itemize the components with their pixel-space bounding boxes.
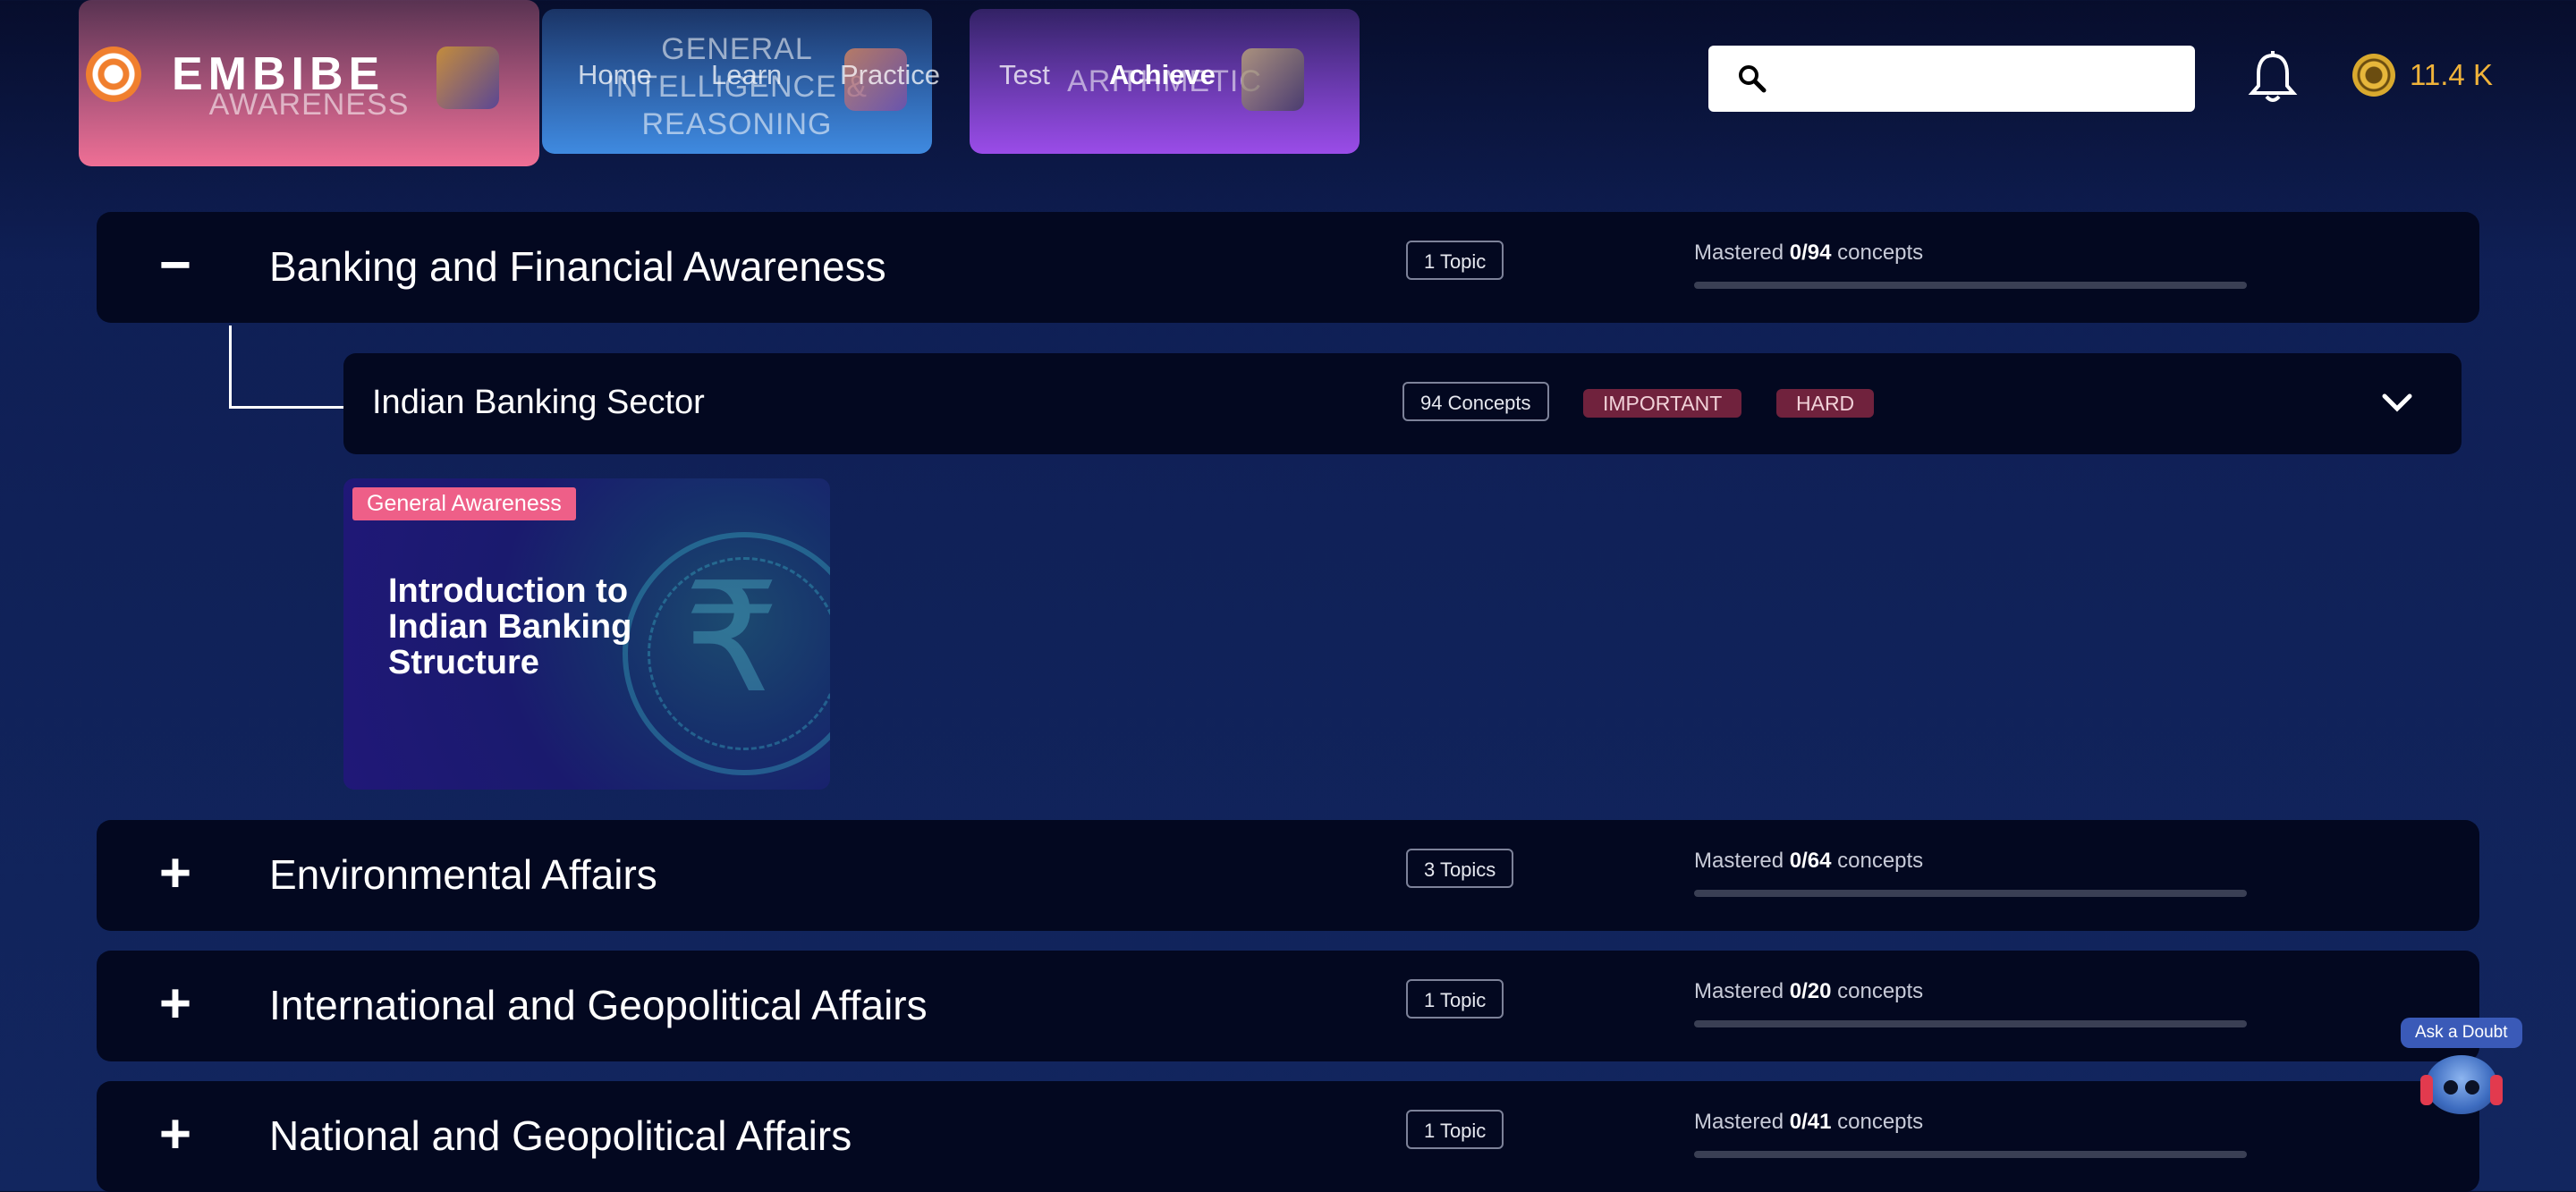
mastery-progress-bar	[1694, 282, 2247, 289]
card-heading: Introduction to Indian Banking Structure	[388, 572, 632, 681]
tree-connector	[229, 325, 344, 409]
nav-learn[interactable]: Learn	[711, 59, 782, 91]
subject-row-environmental[interactable]: + Environmental Affairs 3 Topics Mastere…	[97, 820, 2479, 931]
nav-achieve[interactable]: Achieve	[1109, 59, 1216, 91]
bot-eye	[2444, 1080, 2458, 1095]
topic-title: Indian Banking Sector	[372, 384, 705, 421]
topic-count-badge: 3 Topics	[1406, 849, 1514, 888]
ask-doubt-label[interactable]: Ask a Doubt	[2401, 1018, 2522, 1048]
subject-row-banking[interactable]: − Banking and Financial Awareness 1 Topi…	[97, 212, 2479, 323]
embibe-logo[interactable]: EMBIBE	[86, 46, 385, 102]
search-icon	[1739, 65, 1767, 93]
coin-balance[interactable]: 11.4 K	[2352, 54, 2493, 97]
logo-icon	[86, 46, 141, 102]
mastery-text: Mastered 0/20 concepts	[1694, 979, 1924, 1003]
chevron-down-icon[interactable]	[2379, 389, 2415, 416]
topic-row-indian-banking[interactable]: Indian Banking Sector 94 Concepts IMPORT…	[343, 353, 2462, 454]
topic-count-badge: 1 Topic	[1406, 979, 1504, 1019]
card-category-label: General Awareness	[352, 487, 576, 520]
mastery-text: Mastered 0/41 concepts	[1694, 1110, 1924, 1134]
important-tag: IMPORTANT	[1583, 389, 1742, 418]
subject-title: International and Geopolitical Affairs	[269, 982, 928, 1028]
search-input[interactable]	[1708, 46, 2195, 112]
hard-tag: HARD	[1776, 389, 1875, 418]
subject-row-international[interactable]: + International and Geopolitical Affairs…	[97, 951, 2479, 1061]
calculator-icon	[1241, 48, 1304, 111]
rupee-icon: ₹	[683, 550, 781, 727]
mastery-progress-bar	[1694, 1020, 2247, 1027]
collapse-toggle[interactable]: −	[147, 238, 204, 296]
logo-text: EMBIBE	[172, 48, 386, 100]
expand-toggle[interactable]: +	[147, 976, 204, 1035]
bot-eye	[2465, 1080, 2479, 1095]
lightbulb-icon	[436, 46, 499, 109]
subject-row-national[interactable]: + National and Geopolitical Affairs 1 To…	[97, 1081, 2479, 1192]
mastery-progress-bar	[1694, 1151, 2247, 1158]
coin-icon	[2352, 54, 2395, 97]
expand-toggle[interactable]: +	[147, 846, 204, 904]
expand-toggle[interactable]: +	[147, 1107, 204, 1165]
topic-count-badge: 1 Topic	[1406, 241, 1504, 280]
mastery-text: Mastered 0/94 concepts	[1694, 241, 1924, 265]
mastery-progress-bar	[1694, 890, 2247, 897]
subject-title: Environmental Affairs	[269, 851, 657, 898]
headphone-icon	[2490, 1075, 2503, 1105]
mastery-text: Mastered 0/64 concepts	[1694, 849, 1924, 873]
concept-count-badge: 94 Concepts	[1402, 382, 1549, 421]
nav-practice[interactable]: Practice	[840, 59, 940, 91]
subject-title: National and Geopolitical Affairs	[269, 1112, 852, 1159]
notification-bell-icon[interactable]	[2247, 50, 2299, 110]
topic-count-badge: 1 Topic	[1406, 1110, 1504, 1149]
subject-title: Banking and Financial Awareness	[269, 243, 886, 290]
coin-value: 11.4 K	[2410, 58, 2493, 91]
headphone-icon	[2420, 1075, 2433, 1105]
lesson-card[interactable]: ₹ General Awareness Introduction to Indi…	[343, 478, 830, 790]
nav-home[interactable]: Home	[578, 59, 652, 91]
doubt-bot-avatar-icon[interactable]	[2420, 1055, 2503, 1114]
nav-test[interactable]: Test	[999, 59, 1050, 91]
